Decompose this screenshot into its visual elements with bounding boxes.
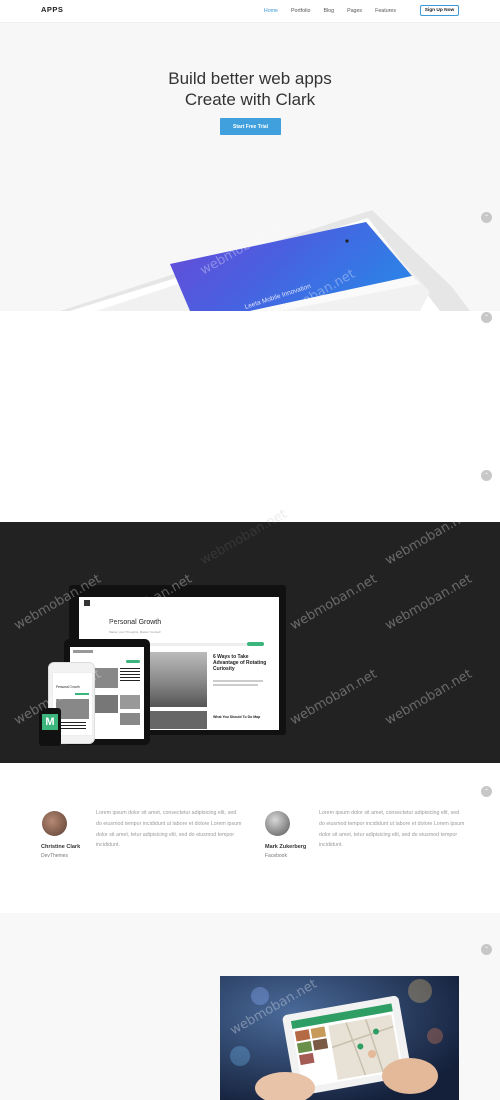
phone-tab-active — [75, 693, 89, 695]
laptop-article-image — [147, 652, 207, 707]
avatar — [265, 811, 290, 836]
testimonial-quote: Lorem ipsum dolor sit amet, consectetur … — [319, 810, 465, 849]
scroll-arrow-icon[interactable]: ⌃ — [481, 470, 492, 481]
nav-item-pages[interactable]: Pages — [347, 8, 362, 14]
testimonial-name: Christine Clark — [41, 844, 81, 850]
testimonial-quote: Lorem ipsum dolor sit amet, consectetur … — [96, 810, 242, 849]
scroll-arrow-icon[interactable]: ⌃ — [481, 212, 492, 223]
tablet-in-hands-image — [220, 976, 459, 1100]
testimonial-company: Facebook — [265, 853, 287, 859]
tablet-tab-active — [126, 660, 140, 663]
laptop-article-thumb — [147, 711, 207, 729]
tablet-article-image — [120, 695, 140, 709]
nav-item-features[interactable]: Features — [375, 8, 396, 14]
laptop-subtitle: Master your Thoughts, Master Yourself — [109, 630, 161, 634]
main-menu: Home Portfolio Blog Pages Features — [264, 8, 396, 14]
scroll-arrow-icon[interactable]: ⌃ — [481, 312, 492, 323]
small-phone-device: M — [39, 708, 61, 746]
laptop-article-line — [213, 684, 258, 686]
tablet-article-text — [120, 668, 140, 682]
tablet-article-image — [94, 668, 118, 688]
tablet-header — [73, 650, 93, 653]
scroll-arrow-icon[interactable]: ⌃ — [481, 944, 492, 955]
phone-title: Personal Growth — [56, 685, 80, 689]
nav-item-portfolio[interactable]: Portfolio — [291, 8, 310, 14]
tablet-article-image — [120, 713, 140, 725]
laptop-title: Personal Growth — [109, 619, 162, 626]
testimonial-company: DevThemes — [41, 853, 68, 859]
nav-item-home[interactable]: Home — [264, 8, 278, 14]
medium-logo-icon: M — [42, 714, 58, 730]
hero-section: Build better web apps Create with Clark … — [0, 22, 500, 311]
top-navbar: APPS Home Portfolio Blog Pages Features … — [0, 0, 500, 23]
logo[interactable]: APPS — [41, 5, 63, 14]
avatar — [42, 811, 67, 836]
nav-item-blog[interactable]: Blog — [323, 8, 334, 14]
tablet-article-image — [94, 695, 118, 713]
laptop-article-title-2: What You Should To Do Map — [213, 715, 261, 719]
scroll-arrow-icon[interactable]: ⌃ — [481, 786, 492, 797]
laptop-logo-icon — [84, 600, 90, 606]
device-showcase-section: Personal Growth Master your Thoughts, Ma… — [0, 522, 500, 763]
laptop-tab-active — [247, 642, 264, 646]
laptop-article-line — [213, 680, 263, 682]
tablet-in-hands-photo — [220, 976, 459, 1100]
laptop-article-title: 6 Ways to Take Advantage of Rotating Cur… — [213, 654, 267, 672]
sign-up-button[interactable]: Sign Up Now — [420, 5, 459, 16]
testimonial-name: Mark Zukerberg — [265, 844, 307, 850]
tablet-mockup-image: Leeta Mobile Innovation — [60, 210, 470, 311]
